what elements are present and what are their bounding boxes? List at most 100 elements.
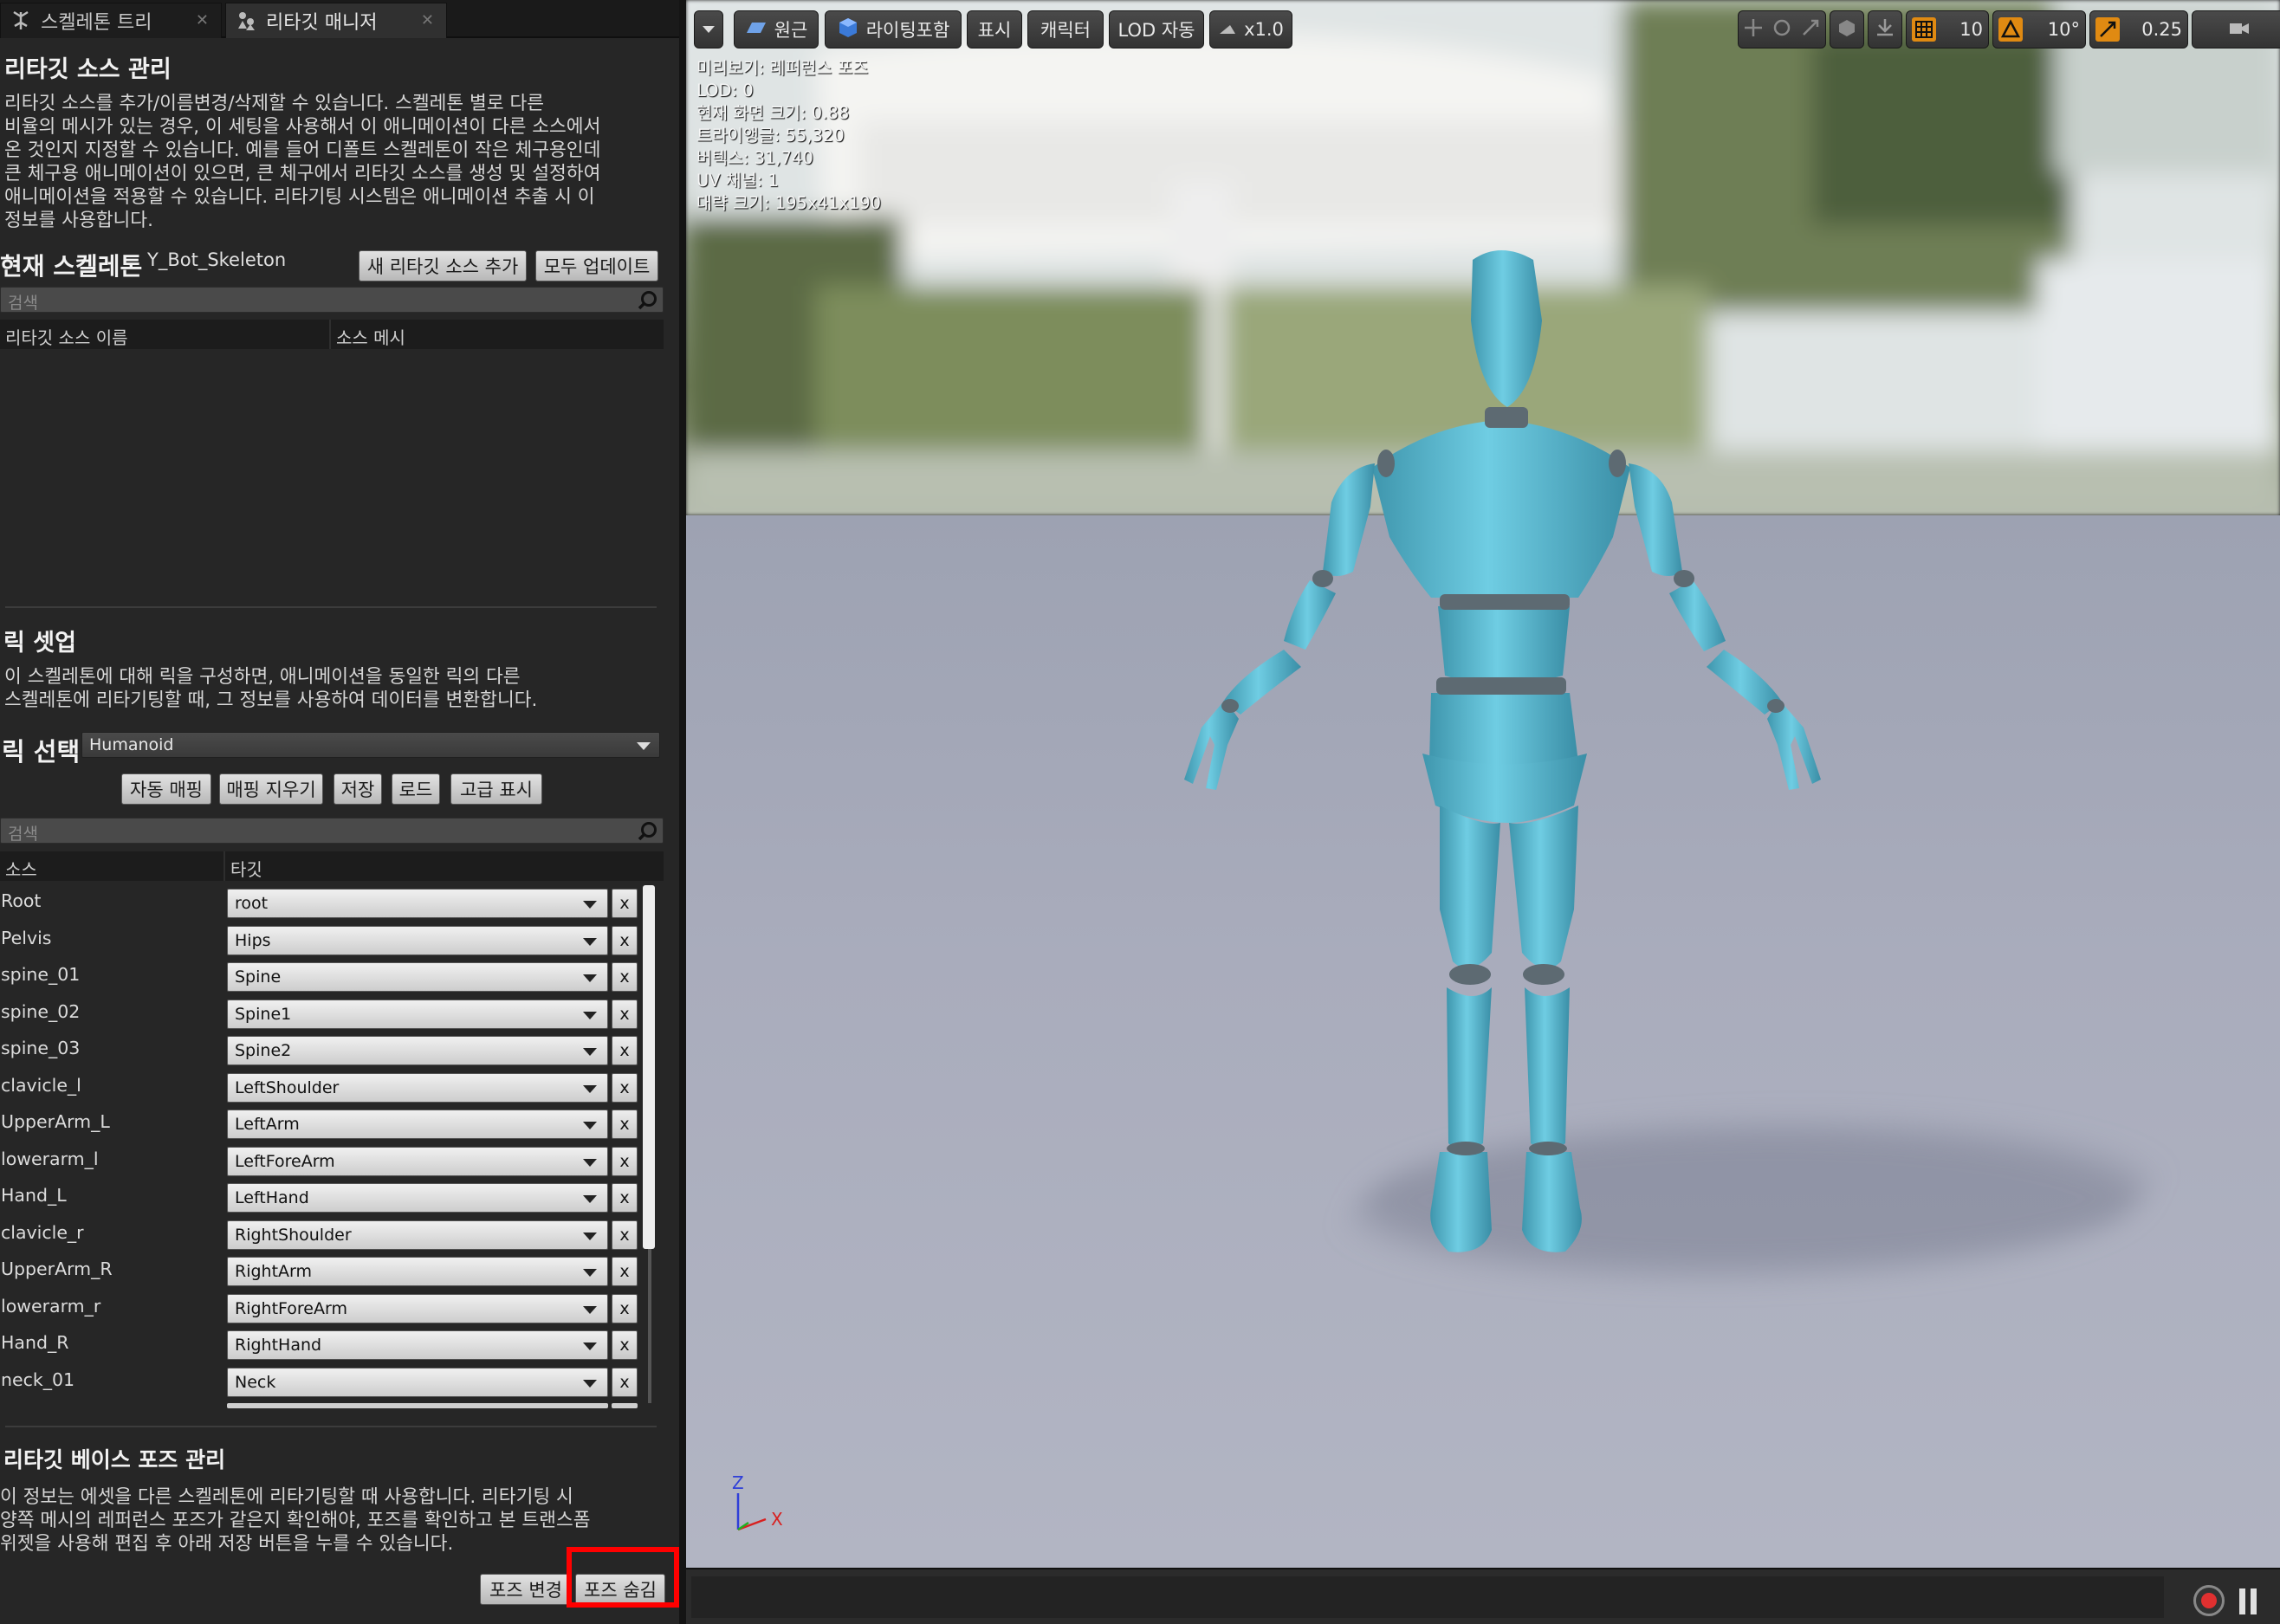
source-list-header: 리타깃 소스 이름 소스 메시 xyxy=(0,320,664,349)
camera-speed-button[interactable] xyxy=(2192,10,2280,49)
lod-label: LOD 자동 xyxy=(1117,20,1195,41)
lit-mode-button[interactable]: 라이팅포함 xyxy=(825,10,962,49)
mapping-target-dropdown[interactable]: Neck xyxy=(227,1367,608,1397)
mapping-source-label: Hand_L xyxy=(1,1185,67,1206)
clear-mapping-button[interactable]: x xyxy=(612,1036,638,1065)
partial-row xyxy=(227,1403,608,1408)
mapping-target-dropdown[interactable]: LeftForeArm xyxy=(227,1146,608,1176)
search-icon xyxy=(637,820,659,843)
stat-line: LOD: 0 xyxy=(696,81,754,100)
mapping-header: 소스 타깃 xyxy=(0,851,664,881)
column-header-target: 타깃 xyxy=(230,859,262,880)
camera-icon xyxy=(2228,18,2251,42)
divider xyxy=(5,1426,657,1427)
source-description-line: 온 것인지 지정할 수 있습니다. 예를 들어 디폴트 스켈레톤이 작은 체구용… xyxy=(4,139,601,161)
surface-snap-button[interactable] xyxy=(1868,10,1902,49)
mapping-target-dropdown[interactable]: RightArm xyxy=(227,1257,608,1286)
mapping-target-dropdown[interactable]: RightForeArm xyxy=(227,1293,608,1323)
search-placeholder: 검색 xyxy=(8,294,38,313)
show-button[interactable]: 표시 xyxy=(967,10,1022,49)
mapping-target-dropdown[interactable]: LeftArm xyxy=(227,1110,608,1139)
lod-auto-button[interactable]: LOD 자동 xyxy=(1109,10,1204,49)
tab-retarget-manager[interactable]: 리타깃 매니저 ✕ xyxy=(225,3,447,38)
scrollbar-track[interactable] xyxy=(648,1249,651,1403)
clear-mapping-button[interactable]: x xyxy=(612,1367,638,1397)
clear-mapping-button[interactable]: x xyxy=(612,999,638,1029)
clear-mapping-button[interactable]: x xyxy=(612,1146,638,1176)
chevron-down-icon xyxy=(583,1269,597,1277)
mapping-target-dropdown[interactable]: Spine xyxy=(227,962,608,992)
world-local-button[interactable] xyxy=(1830,10,1864,49)
mapping-row: lowerarm_r RightForeArm x xyxy=(0,1289,658,1325)
clear-mapping-button[interactable]: x xyxy=(612,1330,638,1360)
update-all-button[interactable]: 모두 업데이트 xyxy=(535,250,658,281)
rotate-icon[interactable] xyxy=(1772,17,1792,42)
close-icon[interactable]: ✕ xyxy=(196,11,209,29)
cube-icon xyxy=(1836,17,1857,42)
close-icon[interactable]: ✕ xyxy=(421,11,434,29)
load-button[interactable]: 로드 xyxy=(392,773,440,805)
mapping-target-dropdown[interactable]: RightHand xyxy=(227,1330,608,1360)
mapping-target-dropdown[interactable]: RightShoulder xyxy=(227,1220,608,1250)
left-panel: 스켈레톤 트리 ✕ 리타깃 매니저 ✕ 리타깃 소스 관리 리타깃 소스를 추가… xyxy=(0,0,679,1624)
mapping-row: UpperArm_R RightArm x xyxy=(0,1252,658,1288)
clear-mapping-button[interactable]: x xyxy=(612,925,638,955)
clear-mapping-button[interactable]: x xyxy=(612,1183,638,1213)
source-description-line: 비율의 메시가 있는 경우, 이 세팅을 사용해서 이 애니메이션이 다른 소스… xyxy=(4,116,601,138)
stat-line: UV 채널: 1 xyxy=(696,171,779,191)
record-button[interactable] xyxy=(2193,1585,2225,1616)
pause-button[interactable] xyxy=(2239,1588,2258,1614)
rig-select-dropdown[interactable]: Humanoid xyxy=(81,732,660,758)
panel-splitter[interactable] xyxy=(679,0,686,1624)
grid-snap-group[interactable]: 10 xyxy=(1906,10,1989,49)
clear-mapping-button[interactable]: x xyxy=(612,1257,638,1286)
add-retarget-source-button[interactable]: 새 리타깃 소스 추가 xyxy=(359,250,527,281)
rotation-snap-group[interactable]: 10° xyxy=(1992,10,2086,49)
auto-map-button[interactable]: 자동 매핑 xyxy=(121,773,211,805)
save-button[interactable]: 저장 xyxy=(334,773,382,805)
mapping-target-dropdown[interactable]: LeftShoulder xyxy=(227,1072,608,1103)
source-section-title: 리타깃 소스 관리 xyxy=(4,56,172,83)
mapping-source-label: clavicle_l xyxy=(1,1074,81,1096)
mapping-source-label: neck_01 xyxy=(1,1368,75,1390)
column-header-mesh: 소스 메시 xyxy=(336,327,405,348)
tab-skeleton-tree[interactable]: 스켈레톤 트리 ✕ xyxy=(0,3,222,38)
mapping-source-label: Root xyxy=(1,890,42,911)
clear-mapping-button[interactable]: x xyxy=(612,1072,638,1103)
show-advanced-button[interactable]: 고급 표시 xyxy=(450,773,542,805)
tab-bar: 스켈레톤 트리 ✕ 리타깃 매니저 ✕ xyxy=(0,0,679,38)
clear-map-button[interactable]: 매핑 지우기 xyxy=(219,773,323,805)
chevron-down-icon xyxy=(583,1158,597,1167)
mapping-row: Root root x xyxy=(0,883,658,920)
clear-mapping-button[interactable]: x xyxy=(612,889,638,918)
mapping-target-dropdown[interactable]: Spine1 xyxy=(227,999,608,1029)
source-search-input[interactable]: 검색 xyxy=(0,287,664,313)
perspective-button[interactable]: 원근 xyxy=(734,10,819,49)
translate-icon[interactable] xyxy=(1743,17,1764,42)
mapping-target-dropdown[interactable]: root xyxy=(227,889,608,918)
character-button[interactable]: 캐릭터 xyxy=(1027,10,1104,49)
mapping-target-dropdown[interactable]: Hips xyxy=(227,925,608,955)
playback-speed-button[interactable]: x1.0 xyxy=(1209,10,1292,49)
current-skeleton-value: Y_Bot_Skeleton xyxy=(147,249,287,270)
viewport[interactable]: 원근 라이팅포함 표시 캐릭터 LOD 자동 x1.0 10 10° 0.25 … xyxy=(686,0,2280,1624)
clear-mapping-button[interactable]: x xyxy=(612,962,638,992)
timeline-track[interactable] xyxy=(691,1576,2164,1618)
clear-mapping-button[interactable]: x xyxy=(612,1220,638,1250)
rig-search-input[interactable]: 검색 xyxy=(0,818,664,844)
mapping-target-value: RightHand xyxy=(235,1336,322,1355)
scale-icon[interactable] xyxy=(1800,17,1821,42)
mapping-target-dropdown[interactable]: LeftHand xyxy=(227,1183,608,1213)
clear-mapping-button[interactable]: x xyxy=(612,1293,638,1323)
lit-sphere-icon xyxy=(837,16,859,43)
modify-pose-button[interactable]: 포즈 변경 xyxy=(480,1574,572,1605)
scrollbar-thumb[interactable] xyxy=(643,885,655,1249)
viewport-options-button[interactable] xyxy=(694,10,723,49)
mapping-target-dropdown[interactable]: Spine2 xyxy=(227,1036,608,1065)
character-mannequin[interactable] xyxy=(686,0,2280,1624)
mapping-source-label: UpperArm_L xyxy=(1,1111,110,1132)
scale-snap-group[interactable]: 0.25 xyxy=(2089,10,2188,49)
chevron-down-icon xyxy=(583,1195,597,1203)
clear-mapping-button[interactable]: x xyxy=(612,1110,638,1139)
search-icon xyxy=(637,289,659,312)
